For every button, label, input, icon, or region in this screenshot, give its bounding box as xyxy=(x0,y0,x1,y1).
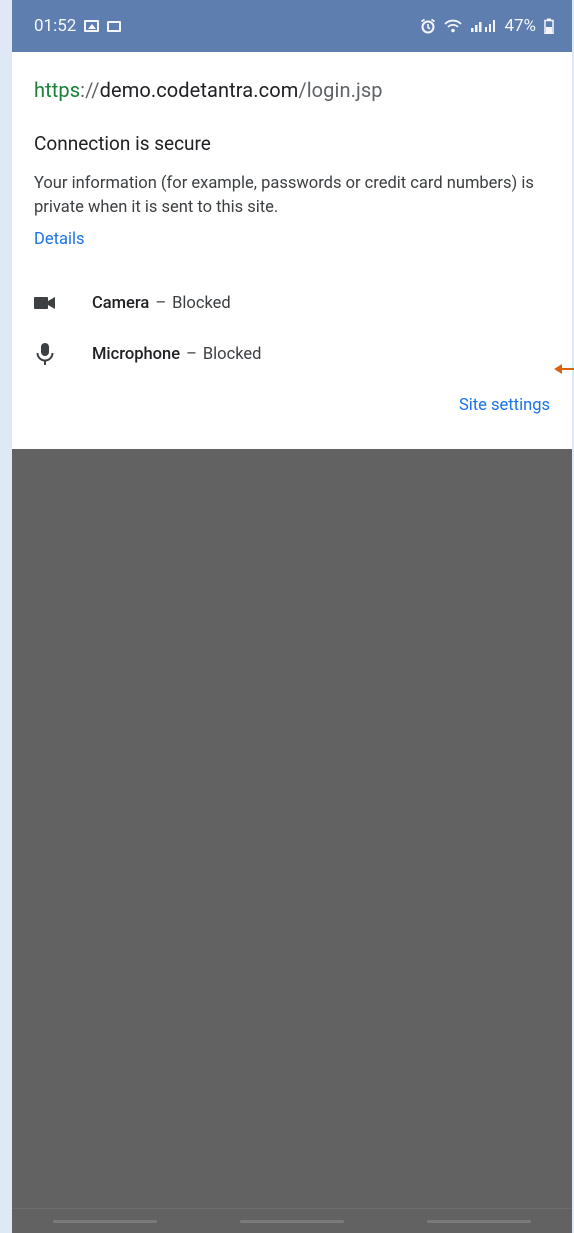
annotation-arrow-icon xyxy=(554,364,574,374)
system-nav-bar xyxy=(12,1208,572,1233)
nav-home-button[interactable] xyxy=(239,1219,344,1223)
status-time: 01:52 xyxy=(34,16,77,36)
page-info-panel: https://demo.codetantra.com/login.jsp Co… xyxy=(12,52,572,449)
url-scheme: https xyxy=(34,78,81,102)
url-path: /login.jsp xyxy=(298,78,383,102)
battery-percent: 47% xyxy=(504,16,536,36)
permission-camera-state: Blocked xyxy=(172,293,231,313)
permission-camera-separator: – xyxy=(155,293,167,313)
page-url: https://demo.codetantra.com/login.jsp xyxy=(34,78,383,102)
permission-microphone-state: Blocked xyxy=(202,344,262,364)
status-bar: 01:52 47% xyxy=(12,0,572,52)
url-host: demo.codetantra.com xyxy=(99,78,299,102)
nav-back-button[interactable] xyxy=(426,1219,531,1223)
nav-recents-button[interactable] xyxy=(53,1219,158,1223)
battery-icon xyxy=(544,18,554,34)
phone-screen: 01:52 47% https://demo.codetantra.com/lo… xyxy=(12,0,572,1233)
permission-microphone-row[interactable]: Microphone – Blocked xyxy=(34,341,262,367)
connection-description: Your information (for example, passwords… xyxy=(34,174,534,217)
site-settings-button[interactable]: Site settings xyxy=(459,396,550,415)
permission-camera-name: Camera xyxy=(92,293,150,313)
microphone-icon xyxy=(34,342,70,366)
signal-icon xyxy=(471,20,496,32)
permission-camera-row[interactable]: Camera – Blocked xyxy=(34,290,231,316)
url-separator: :// xyxy=(80,78,100,102)
permission-microphone-separator: – xyxy=(186,344,197,364)
details-link[interactable]: Details xyxy=(34,230,85,249)
permission-microphone-name: Microphone xyxy=(92,344,181,364)
wifi-icon xyxy=(444,19,463,33)
gallery-notification-icon xyxy=(84,20,100,32)
videocam-icon xyxy=(34,295,70,311)
status-right: 47% xyxy=(420,16,554,36)
message-notification-icon xyxy=(107,20,122,32)
status-left: 01:52 xyxy=(34,16,122,36)
alarm-icon xyxy=(421,18,436,34)
connection-status-title: Connection is secure xyxy=(34,132,211,155)
